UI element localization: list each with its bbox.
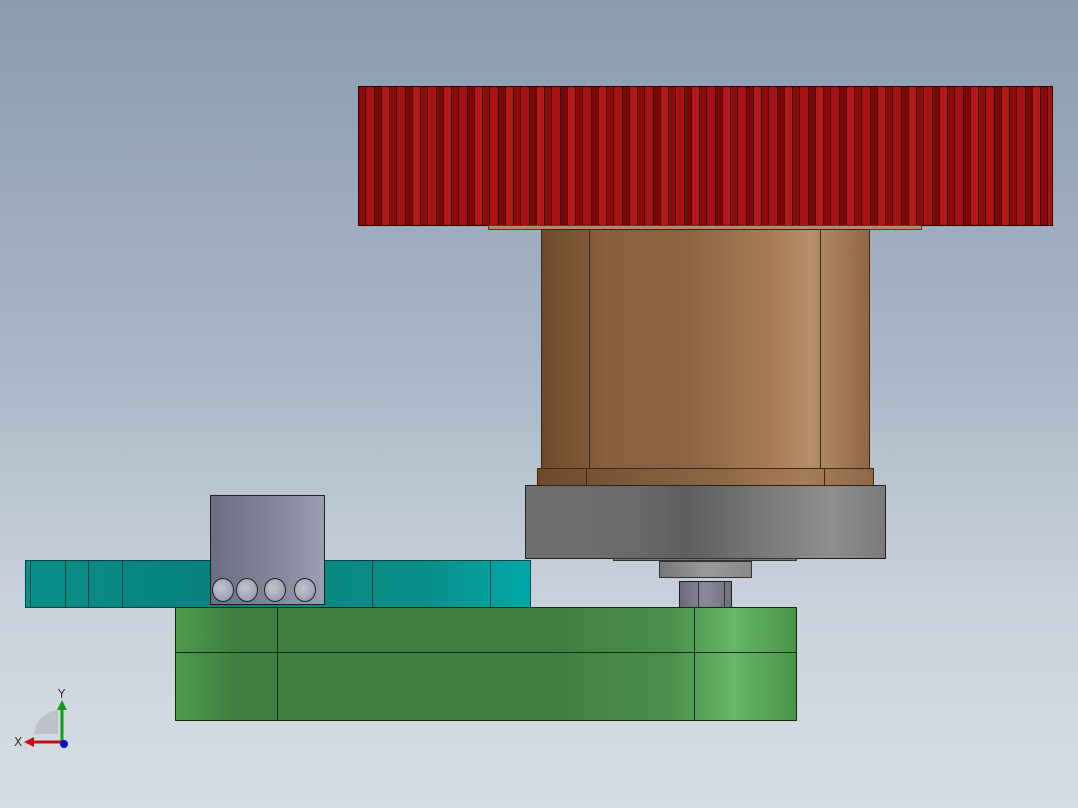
- bearing-ball: [294, 578, 316, 602]
- nut-edge: [724, 581, 725, 608]
- block-edge-horizontal: [175, 652, 797, 653]
- bearing-ball: [236, 578, 258, 602]
- rack-edge: [88, 560, 89, 608]
- z-axis-dot: [60, 740, 68, 748]
- coordinate-triad: Y X: [14, 687, 68, 749]
- bearing-ball: [212, 578, 234, 602]
- block-edge-vertical: [694, 607, 695, 721]
- y-axis-label: Y: [57, 687, 66, 701]
- red-gear[interactable]: [358, 86, 1053, 226]
- disk-stem[interactable]: [659, 561, 752, 578]
- housing-edge-left: [589, 229, 590, 487]
- housing-flange-inner: [586, 468, 825, 486]
- triad-plane: [34, 710, 58, 734]
- gray-disk[interactable]: [525, 485, 886, 559]
- rack-edge: [490, 560, 491, 608]
- housing-edge-right: [820, 229, 821, 487]
- nut-edge: [698, 581, 699, 608]
- x-axis-label: X: [14, 735, 22, 749]
- rack-edge: [65, 560, 66, 608]
- y-axis-arrowhead: [57, 700, 67, 710]
- rack-edge: [30, 560, 31, 608]
- green-base-block[interactable]: [175, 607, 797, 721]
- rack-edge: [122, 560, 123, 608]
- bearing-ball: [264, 578, 286, 602]
- block-edge-vertical: [277, 607, 278, 721]
- rack-edge: [372, 560, 373, 608]
- x-axis-arrowhead: [24, 737, 34, 747]
